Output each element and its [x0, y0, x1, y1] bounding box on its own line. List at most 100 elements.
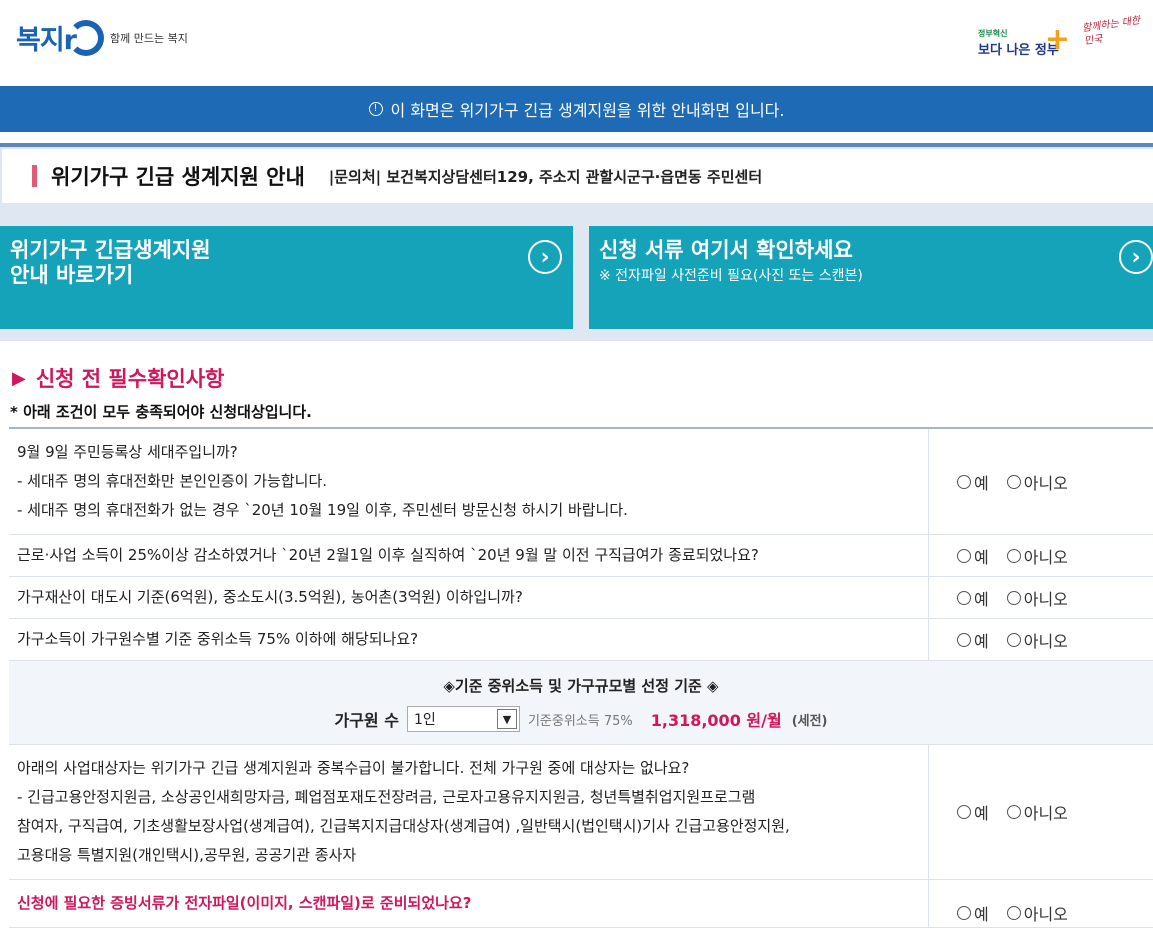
radio-circle-icon[interactable]: [957, 805, 971, 819]
question-text: 가구소득이 가구원수별 기준 중위소득 75% 이하에 해당되나요?: [9, 619, 929, 660]
household-size-select[interactable]: 1인 ▼: [406, 706, 520, 732]
radio-label: 예: [974, 631, 989, 651]
question-text: 가구재산이 대도시 기준(6억원), 중소도시(3.5억원), 농어촌(3억원)…: [9, 577, 929, 618]
radio-yes[interactable]: 예: [957, 901, 989, 925]
household-size-value: 1인: [413, 712, 436, 728]
contact-info: |문의처| 보건복지상담센터129, 주소지 관할시군구·읍면동 주민센터: [328, 167, 763, 186]
radio-circle-icon[interactable]: [957, 590, 971, 605]
question-line: 아래의 사업대상자는 위기가구 긴급 생계지원과 중복수급이 불가합니다. 전체…: [17, 759, 690, 777]
question-text: 9월 9일 주민등록상 세대주입니까? - 세대주 명의 휴대전화만 본인인증이…: [9, 429, 929, 534]
question-text: 근로·사업 소득이 25%이상 감소하였거나 `20년 2월1일 이후 실직하여…: [9, 535, 929, 576]
guide-shortcut-tile[interactable]: 위기가구 긴급생계지원 안내 바로가기 ›: [0, 226, 573, 329]
logo-ring-icon: [68, 19, 104, 56]
question-line: 신청에 필요한 증빙서류가 전자파일(이미지, 스캔파일)로 준비되었나요?: [17, 894, 472, 912]
income-amount: 1,318,000 원/월: [650, 711, 782, 730]
question-line: 고용대응 특별지원(개인택시),공무원, 공공기관 종사자: [17, 846, 357, 864]
table-row: 근로·사업 소득이 25%이상 감소하였거나 `20년 2월1일 이후 실직하여…: [9, 535, 1153, 577]
radio-label: 아니오: [1023, 804, 1068, 823]
radio-label: 예: [974, 589, 989, 609]
info-icon: !: [368, 102, 383, 116]
household-size-label: 가구원 수: [334, 711, 399, 730]
answer-options: 예 아니오: [929, 619, 1153, 660]
radio-no[interactable]: 아니오: [1006, 470, 1068, 494]
radio-circle-icon[interactable]: [1006, 548, 1021, 563]
criteria-title: ◈기준 중위소득 및 가구규모별 선정 기준 ◈: [443, 677, 719, 695]
documents-shortcut-tile[interactable]: 신청 서류 여기서 확인하세요 ※ 전자파일 사전준비 필요(사진 또는 스캔본…: [589, 226, 1153, 329]
radio-label: 아니오: [1023, 589, 1068, 609]
slogan-logo: 함께하는 대한민국: [1081, 15, 1141, 48]
radio-label: 아니오: [1023, 547, 1068, 567]
plus-icon: +: [1044, 22, 1070, 57]
radio-label: 아니오: [1023, 904, 1068, 924]
tile-subtitle: ※ 전자파일 사전준비 필요(사진 또는 스캔본): [599, 268, 863, 284]
radio-yes[interactable]: 예: [957, 628, 989, 652]
radio-no[interactable]: 아니오: [1006, 800, 1068, 824]
chevron-down-icon[interactable]: ▼: [496, 709, 517, 729]
tile-title-line1: 신청 서류 여기서 확인하세요: [599, 238, 853, 262]
title-box: 위기가구 긴급 생계지원 안내 |문의처| 보건복지상담센터129, 주소지 관…: [2, 149, 1153, 203]
radio-label: 예: [974, 804, 989, 823]
radio-circle-icon[interactable]: [1006, 474, 1021, 489]
radio-yes[interactable]: 예: [957, 470, 989, 494]
shortcut-tiles: 위기가구 긴급생계지원 안내 바로가기 › 신청 서류 여기서 확인하세요 ※ …: [0, 209, 1153, 341]
income-criteria-box: ◈기준 중위소득 및 가구규모별 선정 기준 ◈ 가구원 수 1인 ▼ 기준중위…: [9, 661, 1153, 745]
radio-circle-icon[interactable]: [1006, 632, 1021, 647]
radio-circle-icon[interactable]: [1006, 590, 1021, 605]
radio-circle-icon[interactable]: [957, 474, 971, 489]
radio-no[interactable]: 아니오: [1006, 628, 1068, 652]
radio-label: 예: [974, 473, 989, 493]
notice-bar: ! 이 화면은 위기가구 긴급 생계지원을 위한 안내화면 입니다.: [0, 86, 1153, 132]
radio-label: 예: [974, 547, 989, 567]
section-title-text: 신청 전 필수확인사항: [35, 367, 225, 391]
question-line: 9월 9일 주민등록상 세대주입니까?: [17, 443, 238, 461]
question-line: - 긴급고용안정지원금, 소상공인새희망자금, 폐업점포재도전장려금, 근로자고…: [17, 788, 756, 806]
answer-options: 예 아니오: [929, 745, 1153, 879]
question-table: 9월 9일 주민등록상 세대주입니까? - 세대주 명의 휴대전화만 본인인증이…: [9, 427, 1153, 928]
question-line: 근로·사업 소득이 25%이상 감소하였거나 `20년 2월1일 이후 실직하여…: [17, 546, 759, 564]
bokjiro-logo[interactable]: 복지r 함께 만드는 복지: [16, 18, 188, 57]
table-row: 가구소득이 가구원수별 기준 중위소득 75% 이하에 해당되나요? 예 아니오: [9, 619, 1153, 661]
radio-no[interactable]: 아니오: [1006, 901, 1068, 925]
radio-no[interactable]: 아니오: [1006, 544, 1068, 568]
section-note: * 아래 조건이 모두 충족되어야 신청대상입니다.: [10, 403, 312, 421]
criteria-line: 가구원 수 1인 ▼ 기준중위소득 75% 1,318,000 원/월 (세전): [9, 706, 1153, 732]
radio-no[interactable]: 아니오: [1006, 586, 1068, 610]
gov-innovation-logo: 정부혁신 보다 나은 정부 +: [978, 22, 1070, 68]
table-row: 9월 9일 주민등록상 세대주입니까? - 세대주 명의 휴대전화만 본인인증이…: [9, 429, 1153, 535]
logo-tagline: 함께 만드는 복지: [110, 31, 188, 45]
notice-text: 이 화면은 위기가구 긴급 생계지원을 위한 안내화면 입니다.: [390, 101, 785, 120]
question-line: 참여자, 구직급여, 기초생활보장사업(생계급여), 긴급복지지급대상자(생계급…: [17, 817, 790, 835]
question-text: 아래의 사업대상자는 위기가구 긴급 생계지원과 중복수급이 불가합니다. 전체…: [9, 745, 929, 879]
answer-options: 예 아니오: [929, 535, 1153, 576]
site-header: 복지r 함께 만드는 복지 정부혁신 보다 나은 정부 + 함께하는 대한민국: [0, 0, 1153, 86]
answer-options: 예 아니오: [929, 577, 1153, 618]
question-line: 가구재산이 대도시 기준(6억원), 중소도시(3.5억원), 농어촌(3억원)…: [17, 588, 523, 606]
section-title: ▶ 신청 전 필수확인사항: [12, 363, 224, 393]
question-line: 가구소득이 가구원수별 기준 중위소득 75% 이하에 해당되나요?: [17, 630, 419, 648]
logo-text: 복지r: [16, 25, 77, 56]
radio-yes[interactable]: 예: [957, 800, 989, 824]
pre-tax-label: (세전): [791, 713, 828, 729]
radio-circle-icon[interactable]: [957, 632, 971, 647]
question-line: - 세대주 명의 휴대전화만 본인인증이 가능합니다.: [17, 472, 328, 490]
radio-circle-icon[interactable]: [957, 905, 971, 920]
radio-yes[interactable]: 예: [957, 544, 989, 568]
table-row: 가구재산이 대도시 기준(6억원), 중소도시(3.5억원), 농어촌(3억원)…: [9, 577, 1153, 619]
radio-label: 아니오: [1023, 473, 1068, 493]
answer-options: 예 아니오: [929, 429, 1153, 534]
answer-options: 예 아니오: [929, 880, 1153, 927]
chevron-right-icon[interactable]: ›: [528, 240, 562, 274]
radio-label: 아니오: [1023, 631, 1068, 651]
tile-title-line2: 안내 바로가기: [10, 263, 134, 287]
radio-yes[interactable]: 예: [957, 586, 989, 610]
prerequisite-section: ▶ 신청 전 필수확인사항 * 아래 조건이 모두 충족되어야 신청대상입니다.…: [0, 341, 1153, 928]
base-income-label: 기준중위소득 75%: [527, 713, 633, 729]
title-section: 위기가구 긴급 생계지원 안내 |문의처| 보건복지상담센터129, 주소지 관…: [0, 143, 1153, 209]
radio-circle-icon[interactable]: [957, 548, 971, 563]
chevron-right-icon[interactable]: ›: [1119, 240, 1153, 274]
radio-circle-icon[interactable]: [1006, 805, 1021, 819]
play-triangle-icon: ▶: [12, 367, 26, 389]
question-text: 신청에 필요한 증빙서류가 전자파일(이미지, 스캔파일)로 준비되었나요?: [9, 880, 929, 927]
table-row: 아래의 사업대상자는 위기가구 긴급 생계지원과 중복수급이 불가합니다. 전체…: [9, 745, 1153, 880]
radio-circle-icon[interactable]: [1006, 905, 1021, 920]
